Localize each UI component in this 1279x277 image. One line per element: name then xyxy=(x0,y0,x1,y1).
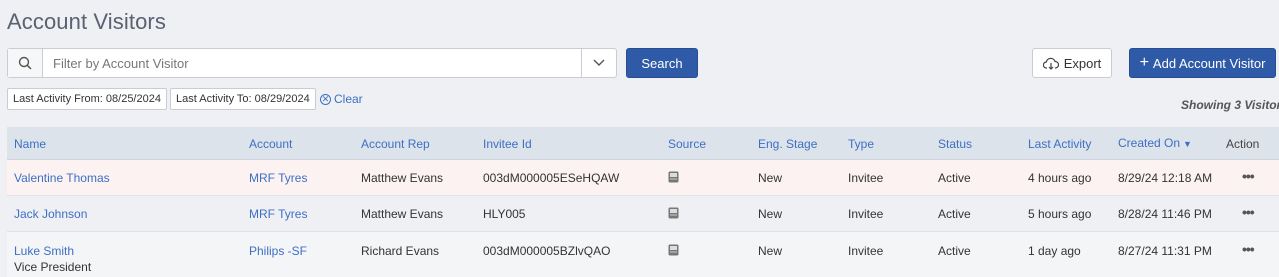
column-header-account[interactable]: Account xyxy=(249,137,292,151)
visitor-type: Invitee xyxy=(848,244,884,258)
chevron-down-icon[interactable] xyxy=(581,49,616,77)
visitors-table: Name Account Account Rep Invitee Id Sour… xyxy=(7,127,1279,277)
page-title: Account Visitors xyxy=(7,9,166,34)
status: Active xyxy=(938,171,971,185)
column-header-name[interactable]: Name xyxy=(14,137,46,151)
eng-stage: New xyxy=(758,207,783,221)
created-on: 8/28/24 11:46 PM xyxy=(1118,207,1212,221)
last-activity: 1 day ago xyxy=(1028,244,1081,258)
visitor-job-title: Vice President xyxy=(14,260,92,274)
account-link[interactable]: MRF Tyres xyxy=(249,171,307,185)
eng-stage: New xyxy=(758,171,783,185)
clear-filters-link[interactable]: ✕ Clear xyxy=(320,92,363,106)
plus-icon: + xyxy=(1139,54,1149,71)
add-account-visitor-button[interactable]: + Add Account Visitor xyxy=(1129,48,1276,78)
search-input[interactable] xyxy=(43,49,581,77)
row-actions-menu[interactable]: ••• xyxy=(1242,168,1255,184)
column-header-source[interactable]: Source xyxy=(668,137,706,151)
last-activity: 4 hours ago xyxy=(1028,171,1092,185)
account-link[interactable]: Philips -SF xyxy=(249,244,307,258)
device-icon xyxy=(668,244,679,256)
column-header-invitee-id[interactable]: Invitee Id xyxy=(483,137,532,151)
created-on: 8/29/24 12:18 AM xyxy=(1118,171,1213,185)
account-rep: Matthew Evans xyxy=(361,207,444,221)
export-label: Export xyxy=(1063,55,1102,71)
row-actions-menu[interactable]: ••• xyxy=(1242,241,1255,257)
invitee-id: HLY005 xyxy=(483,207,526,221)
filter-chip-to[interactable]: Last Activity To: 08/29/2024 xyxy=(170,88,316,110)
visitor-name-link[interactable]: Valentine Thomas xyxy=(14,171,110,185)
close-circle-icon: ✕ xyxy=(320,93,331,105)
account-rep: Richard Evans xyxy=(361,244,440,258)
table-header: Name Account Account Rep Invitee Id Sour… xyxy=(7,127,1279,160)
visitor-name-link[interactable]: Jack Johnson xyxy=(14,207,87,221)
visitor-type: Invitee xyxy=(848,207,884,221)
filter-chip-from[interactable]: Last Activity From: 08/25/2024 xyxy=(7,88,167,110)
export-button[interactable]: Export xyxy=(1032,48,1112,78)
search-button[interactable]: Search xyxy=(626,48,698,78)
search-box xyxy=(7,48,617,78)
created-on: 8/27/24 11:31 PM xyxy=(1118,244,1212,258)
column-header-last-activity[interactable]: Last Activity xyxy=(1028,137,1091,151)
visitor-type: Invitee xyxy=(848,171,884,185)
column-header-status[interactable]: Status xyxy=(938,137,972,151)
sort-desc-icon: ▼ xyxy=(1183,139,1192,149)
account-link[interactable]: MRF Tyres xyxy=(249,207,307,221)
status: Active xyxy=(938,207,971,221)
result-count: Showing 3 Visitors xyxy=(1181,98,1279,112)
column-header-created-on[interactable]: Created On ▼ xyxy=(1118,136,1192,150)
eng-stage: New xyxy=(758,244,783,258)
column-header-action: Action xyxy=(1226,137,1260,151)
column-header-type[interactable]: Type xyxy=(848,137,874,151)
clear-label: Clear xyxy=(334,92,363,106)
invitee-id: 003dM000005BZlvQAO xyxy=(483,244,611,258)
visitor-name-link[interactable]: Luke Smith xyxy=(14,244,74,258)
add-label: Add Account Visitor xyxy=(1152,55,1266,71)
search-icon[interactable] xyxy=(8,49,43,77)
account-rep: Matthew Evans xyxy=(361,171,444,185)
device-icon xyxy=(668,207,679,219)
table-row[interactable]: Valentine Thomas MRF Tyres Matthew Evans… xyxy=(7,160,1279,196)
table-row[interactable]: Luke Smith Vice President Philips -SF Ri… xyxy=(7,232,1279,277)
cloud-download-icon xyxy=(1042,57,1059,70)
status: Active xyxy=(938,244,971,258)
created-on-label: Created On xyxy=(1118,136,1181,150)
invitee-id: 003dM000005ESeHQAW xyxy=(483,171,620,185)
device-icon xyxy=(668,171,679,183)
table-row[interactable]: Jack Johnson MRF Tyres Matthew Evans HLY… xyxy=(7,196,1279,232)
column-header-account-rep[interactable]: Account Rep xyxy=(361,137,430,151)
column-header-eng-stage[interactable]: Eng. Stage xyxy=(758,137,817,151)
row-actions-menu[interactable]: ••• xyxy=(1242,204,1255,220)
last-activity: 5 hours ago xyxy=(1028,207,1092,221)
